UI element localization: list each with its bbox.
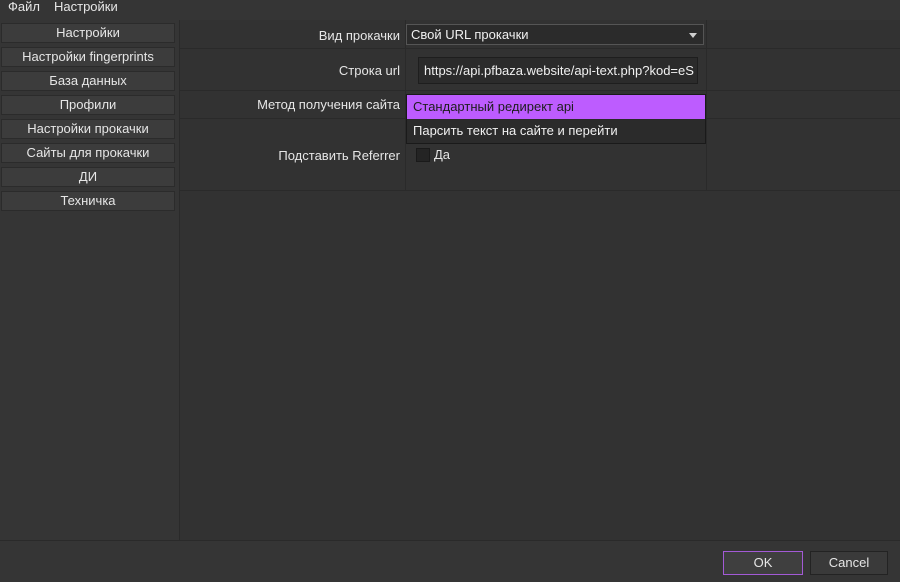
sidebar-item-pump-sites[interactable]: Сайты для прокачки xyxy=(1,143,175,163)
settings-form: Вид прокачки Свой URL прокачки Строка ur… xyxy=(180,20,900,191)
menubar: Файл Настройки xyxy=(0,0,900,15)
pump-type-select[interactable]: Свой URL прокачки xyxy=(406,24,704,45)
menu-file[interactable]: Файл xyxy=(8,0,40,14)
method-option-parse-text[interactable]: Парсить текст на сайте и перейти xyxy=(407,119,705,143)
url-label: Строка url xyxy=(338,63,400,78)
sidebar-item-maintenance[interactable]: Техничка xyxy=(1,191,175,211)
settings-panel: Вид прокачки Свой URL прокачки Строка ur… xyxy=(179,20,900,540)
method-dropdown-list: Стандартный редирект api Парсить текст н… xyxy=(406,94,706,144)
ok-button[interactable]: OK xyxy=(723,551,803,575)
sidebar-item-pump-settings[interactable]: Настройки прокачки xyxy=(1,119,175,139)
row-divider xyxy=(180,90,900,91)
column-divider xyxy=(706,20,707,190)
url-input[interactable]: https://api.pfbaza.website/api-text.php?… xyxy=(418,57,698,84)
sidebar-item-profiles[interactable]: Профили xyxy=(1,95,175,115)
cancel-button[interactable]: Cancel xyxy=(810,551,888,575)
pump-type-value: Свой URL прокачки xyxy=(411,27,529,42)
sidebar-item-fingerprints[interactable]: Настройки fingerprints xyxy=(1,47,175,67)
row-divider xyxy=(180,48,900,49)
pump-type-label: Вид прокачки xyxy=(318,28,400,43)
referrer-check-label[interactable]: Да xyxy=(434,147,450,162)
method-label: Метод получения сайта xyxy=(257,97,400,112)
sidebar-item-di[interactable]: ДИ xyxy=(1,167,175,187)
dialog-button-bar: OK Cancel xyxy=(0,540,900,582)
sidebar: Настройки Настройки fingerprints База да… xyxy=(0,20,179,540)
chevron-down-icon xyxy=(689,33,697,38)
referrer-checkbox[interactable] xyxy=(416,148,430,162)
row-divider xyxy=(180,190,900,191)
sidebar-item-database[interactable]: База данных xyxy=(1,71,175,91)
menu-settings[interactable]: Настройки xyxy=(54,0,118,14)
referrer-label: Подставить Referrer xyxy=(278,148,400,163)
sidebar-item-settings[interactable]: Настройки xyxy=(1,23,175,43)
method-option-standard-redirect[interactable]: Стандартный редирект api xyxy=(407,95,705,119)
